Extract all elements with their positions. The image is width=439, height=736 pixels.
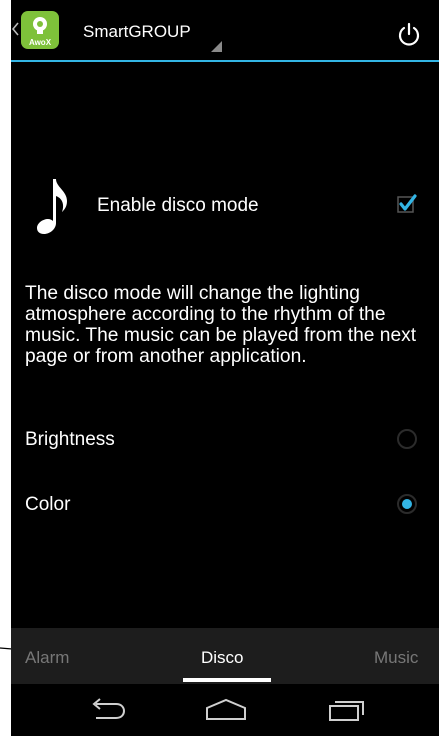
tab-disco[interactable]: Disco bbox=[201, 648, 244, 668]
music-note-icon bbox=[37, 179, 67, 234]
action-bar: AwoX SmartGROUP bbox=[11, 0, 439, 62]
brightness-radio[interactable] bbox=[397, 429, 417, 449]
option-label: Brightness bbox=[25, 429, 115, 450]
tab-alarm[interactable]: Alarm bbox=[25, 648, 69, 668]
pager-tab-strip: Alarm Disco Music bbox=[11, 628, 439, 684]
disco-mode-row[interactable]: Enable disco mode bbox=[11, 165, 439, 245]
phone-screen: AwoX SmartGROUP Enable disco mode The di… bbox=[11, 0, 439, 736]
app-logo[interactable]: AwoX bbox=[21, 11, 59, 49]
back-icon[interactable] bbox=[86, 696, 128, 724]
option-color-row[interactable]: Color bbox=[11, 482, 439, 530]
recents-icon[interactable] bbox=[325, 696, 371, 724]
disco-mode-label: Enable disco mode bbox=[97, 195, 259, 216]
tab-indicator bbox=[183, 678, 271, 682]
app-title[interactable]: SmartGROUP bbox=[83, 22, 191, 42]
disco-description: The disco mode will change the lighting … bbox=[25, 283, 417, 367]
option-label: Color bbox=[25, 494, 71, 515]
option-brightness-row[interactable]: Brightness bbox=[11, 417, 439, 465]
spinner-indicator-icon[interactable] bbox=[211, 41, 222, 52]
tab-music[interactable]: Music bbox=[374, 648, 418, 668]
navigation-bar bbox=[11, 684, 439, 736]
disco-mode-checkbox[interactable] bbox=[397, 194, 417, 214]
home-icon[interactable] bbox=[203, 696, 249, 724]
power-icon[interactable] bbox=[396, 22, 422, 48]
color-radio[interactable] bbox=[397, 494, 417, 514]
chevron-left-icon[interactable] bbox=[12, 22, 20, 36]
bulb-icon bbox=[33, 17, 47, 34]
logo-text: AwoX bbox=[28, 38, 52, 47]
